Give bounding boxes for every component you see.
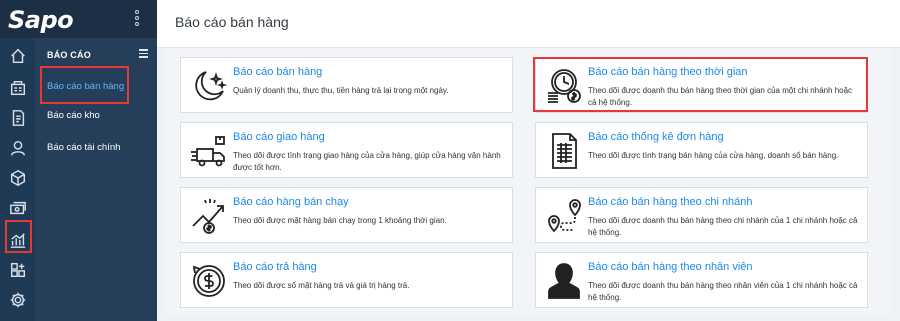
card-description: Theo dõi được doanh thu bán hàng theo th… [588, 86, 853, 107]
page-header: Báo cáo bán hàng [157, 0, 900, 48]
subnav-item-stock-report[interactable]: Báo cáo kho [47, 110, 100, 121]
return-money-icon [189, 261, 229, 301]
product-icon[interactable] [8, 168, 28, 188]
card-description: Theo dõi được doanh thu bán hàng theo ch… [588, 216, 858, 237]
card-description: Quản lý doanh thu, thực thu, tiền hàng t… [233, 86, 449, 95]
card-title[interactable]: Báo cáo bán hàng [233, 66, 322, 78]
employee-icon [544, 261, 584, 301]
hamburger-icon[interactable] [139, 49, 148, 58]
customer-icon[interactable] [8, 138, 28, 158]
card-description: Theo dõi được doanh thu bán hàng theo nh… [588, 281, 858, 302]
cashbook-icon[interactable] [8, 198, 28, 218]
branch-route-icon [544, 196, 584, 236]
orders-icon[interactable] [8, 108, 28, 128]
clock-money-icon [544, 66, 584, 106]
subnav-title: BÁO CÁO [47, 50, 91, 60]
card-title[interactable]: Báo cáo trả hàng [233, 261, 317, 273]
card-title[interactable]: Báo cáo bán hàng theo nhân viên [588, 261, 753, 273]
report-card-order-stats[interactable]: Báo cáo thống kê đơn hàng Theo dõi được … [535, 122, 868, 178]
report-card-returns[interactable]: Báo cáo trả hàng Theo dõi được số mặt hà… [180, 252, 513, 308]
sales-report-highlight [40, 66, 129, 104]
home-icon[interactable] [8, 46, 28, 66]
card-description: Theo dõi được tình trạng bán hàng của cử… [588, 151, 839, 160]
report-card-best-sellers[interactable]: Báo cáo hàng bán chạy Theo dõi được mặt … [180, 187, 513, 243]
report-card-sales-by-employee[interactable]: Báo cáo bán hàng theo nhân viên Theo dõi… [535, 252, 868, 308]
trending-money-icon [189, 196, 229, 236]
card-description: Theo dõi được tình trạng giao hàng của c… [233, 151, 501, 172]
settings-icon[interactable] [8, 290, 28, 310]
card-description: Theo dõi được mặt hàng bán chạy trong 1 … [233, 216, 447, 225]
night-moon-icon [189, 66, 229, 106]
report-icon-highlight [5, 220, 32, 253]
app-window: Sapo BÁO CÁO Báo cáo bán hàng Báo cáo kh… [0, 0, 900, 321]
more-options-icon[interactable] [135, 10, 141, 30]
sapo-logo[interactable]: Sapo [8, 6, 74, 34]
report-card-delivery[interactable]: Báo cáo giao hàng Theo dõi được tình trạ… [180, 122, 513, 178]
brand-bar: Sapo [0, 0, 157, 38]
report-card-sales-by-branch[interactable]: Báo cáo bán hàng theo chi nhánh Theo dõi… [535, 187, 868, 243]
report-card-sales-by-time[interactable]: Báo cáo bán hàng theo thời gian Theo dõi… [535, 57, 868, 113]
delivery-truck-icon [189, 131, 229, 171]
card-title[interactable]: Báo cáo bán hàng theo thời gian [588, 66, 748, 78]
page-title: Báo cáo bán hàng [175, 14, 289, 30]
card-description: Theo dõi được số mặt hàng trả và giá trị… [233, 281, 410, 290]
report-card-sales[interactable]: Báo cáo bán hàng Quản lý doanh thu, thực… [180, 57, 513, 113]
card-title[interactable]: Báo cáo bán hàng theo chi nhánh [588, 196, 753, 208]
order-document-icon [544, 131, 584, 171]
card-title[interactable]: Báo cáo hàng bán chạy [233, 196, 349, 208]
store-icon[interactable] [8, 78, 28, 98]
card-title[interactable]: Báo cáo giao hàng [233, 131, 325, 143]
card-title[interactable]: Báo cáo thống kê đơn hàng [588, 131, 724, 143]
subnav-item-finance-report[interactable]: Báo cáo tài chính [47, 142, 120, 153]
apps-icon[interactable] [8, 260, 28, 280]
